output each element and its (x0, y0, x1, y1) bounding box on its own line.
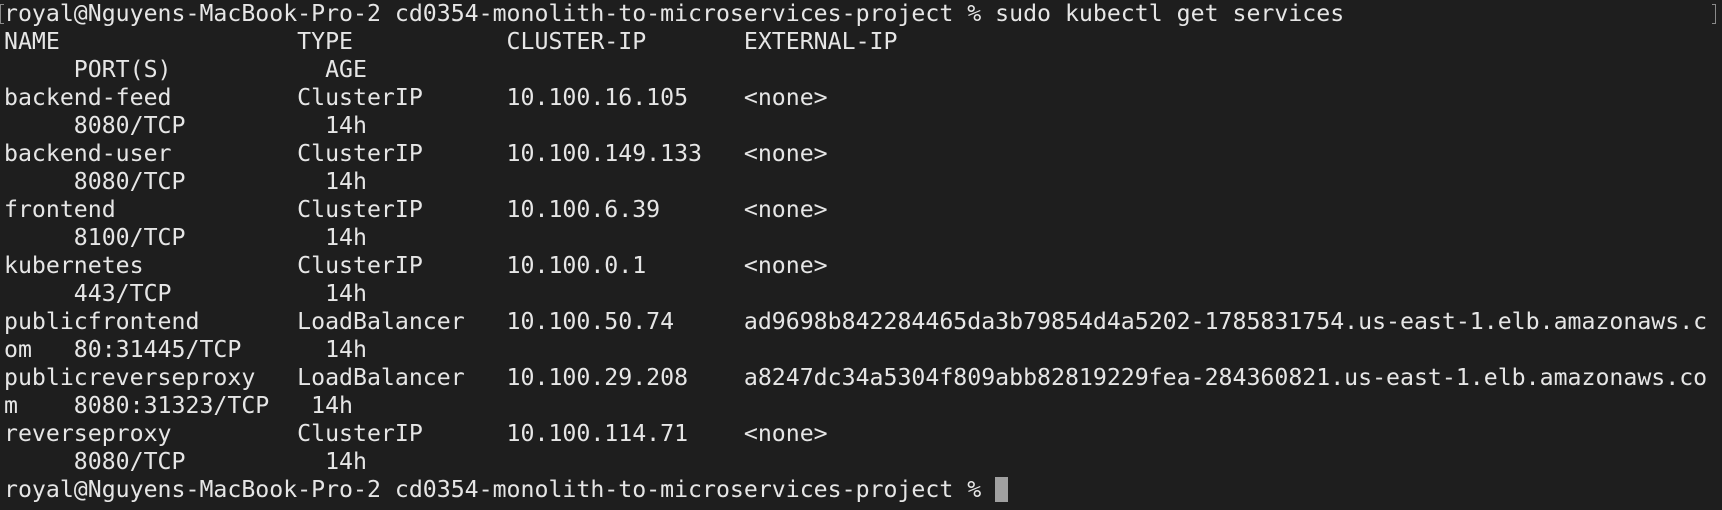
service-row-line: backend-feed ClusterIP 10.100.16.105 <no… (4, 84, 828, 111)
command-line: royal@Nguyens-MacBook-Pro-2 cd0354-monol… (4, 0, 1345, 27)
service-row-line: publicreverseproxy LoadBalancer 10.100.2… (4, 364, 1708, 391)
service-row-line: 8080/TCP 14h (4, 168, 367, 195)
left-edge-bracket (0, 4, 4, 24)
service-row-line: m 8080:31323/TCP 14h (4, 392, 354, 419)
table-header-line: PORT(S) AGE (4, 56, 367, 83)
service-row-line: frontend ClusterIP 10.100.6.39 <none> (4, 196, 828, 223)
terminal-window[interactable]: royal@Nguyens-MacBook-Pro-2 cd0354-monol… (0, 0, 1722, 510)
service-row-line: 8080/TCP 14h (4, 448, 367, 475)
service-row-line: om 80:31445/TCP 14h (4, 336, 367, 363)
service-row-line: backend-user ClusterIP 10.100.149.133 <n… (4, 140, 828, 167)
service-row-line: 443/TCP 14h (4, 280, 367, 307)
service-row-line: reverseproxy ClusterIP 10.100.114.71 <no… (4, 420, 828, 447)
service-row-line: 8080/TCP 14h (4, 112, 367, 139)
prompt-line[interactable]: royal@Nguyens-MacBook-Pro-2 cd0354-monol… (4, 476, 1722, 504)
service-row-line: 8100/TCP 14h (4, 224, 367, 251)
service-row-line: kubernetes ClusterIP 10.100.0.1 <none> (4, 252, 828, 279)
service-row-line: publicfrontend LoadBalancer 10.100.50.74… (4, 308, 1708, 335)
shell-prompt: royal@Nguyens-MacBook-Pro-2 cd0354-monol… (4, 476, 996, 503)
terminal-output: royal@Nguyens-MacBook-Pro-2 cd0354-monol… (4, 0, 1722, 504)
table-header-line: NAME TYPE CLUSTER-IP EXTERNAL-IP (4, 28, 898, 55)
right-edge-bracket (1712, 4, 1716, 24)
text-cursor (995, 477, 1009, 502)
